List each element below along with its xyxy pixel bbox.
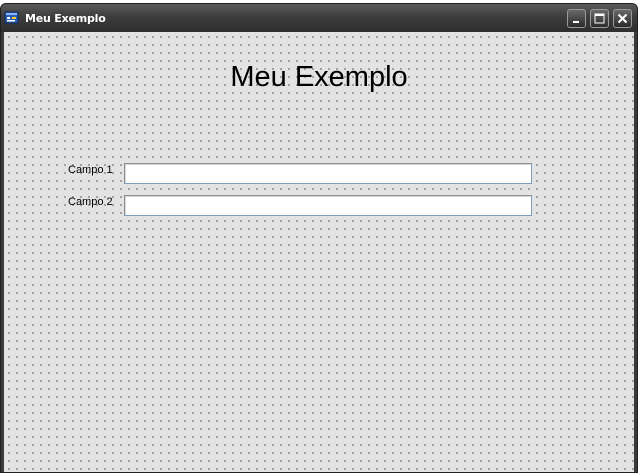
campo-1-label: Campo 1 — [68, 164, 113, 176]
campo-2-label: Campo 2 — [68, 196, 113, 208]
title-bar[interactable]: Meu Exemplo — [1, 4, 637, 32]
minimize-button[interactable] — [567, 9, 586, 28]
application-icon[interactable] — [4, 10, 21, 26]
campo-2-input[interactable] — [124, 195, 532, 216]
main-window: Meu Exemplo Meu Exemplo Campo 1 Campo 2 — [0, 3, 638, 473]
form-client-area: Meu Exemplo Campo 1 Campo 2 — [4, 32, 634, 472]
window-title: Meu Exemplo — [25, 12, 106, 25]
maximize-button[interactable] — [590, 9, 609, 28]
campo-1-input[interactable] — [124, 163, 532, 184]
close-button[interactable] — [613, 9, 632, 28]
form-heading: Meu Exemplo — [230, 61, 408, 93]
